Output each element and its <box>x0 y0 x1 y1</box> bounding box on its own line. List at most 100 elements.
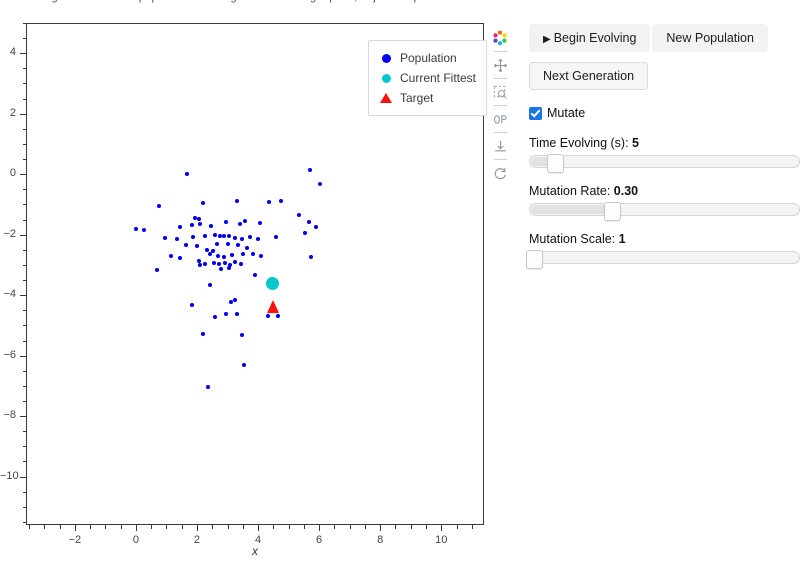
data-point-population[interactable] <box>306 220 311 225</box>
y-tick-label: 0 <box>9 167 16 180</box>
data-point-population[interactable] <box>222 234 227 239</box>
zoom-icon[interactable] <box>489 80 511 104</box>
data-point-population[interactable] <box>169 253 174 258</box>
data-point-population[interactable] <box>279 199 284 204</box>
data-point-population[interactable] <box>207 282 212 287</box>
legend-item-target[interactable]: Target <box>377 88 476 108</box>
data-point-population[interactable] <box>233 260 238 265</box>
data-point-population[interactable] <box>232 235 237 240</box>
data-point-population[interactable] <box>247 234 252 239</box>
data-point-population[interactable] <box>217 262 222 267</box>
data-point-population[interactable] <box>317 181 322 186</box>
data-point-population[interactable] <box>296 212 301 217</box>
autoscale-icon[interactable] <box>489 107 511 131</box>
data-point-population[interactable] <box>230 253 235 258</box>
data-point-population[interactable] <box>185 171 190 176</box>
data-point-population[interactable] <box>227 266 232 271</box>
data-point-population[interactable] <box>233 298 238 303</box>
data-point-population[interactable] <box>189 302 194 307</box>
data-point-population[interactable] <box>155 268 160 273</box>
download-camera-icon[interactable] <box>489 134 511 158</box>
data-point-population[interactable] <box>253 273 258 277</box>
data-point-population[interactable] <box>238 222 243 227</box>
data-point-population[interactable] <box>259 253 264 258</box>
data-point-population[interactable] <box>273 235 278 240</box>
mutate-checkbox[interactable] <box>529 106 542 120</box>
data-point-population[interactable] <box>215 253 220 258</box>
data-point-population[interactable] <box>224 312 229 317</box>
data-point-population[interactable] <box>197 262 202 267</box>
slider-handle-mutation-scale[interactable] <box>525 250 543 269</box>
data-point-population[interactable] <box>178 256 183 261</box>
slider-time-evolving[interactable] <box>529 154 800 173</box>
data-point-population[interactable] <box>218 266 223 271</box>
data-point-population[interactable] <box>184 242 189 247</box>
data-point-population[interactable] <box>313 224 318 229</box>
x-tick-mark <box>59 525 61 529</box>
data-point-population[interactable] <box>200 201 205 206</box>
data-point-population[interactable] <box>202 234 207 239</box>
data-point-population[interactable] <box>241 362 246 367</box>
data-point-population[interactable] <box>241 251 246 256</box>
data-point-population[interactable] <box>235 199 240 204</box>
data-point-population[interactable] <box>222 254 227 259</box>
data-point-population[interactable] <box>257 220 262 225</box>
new-population-button[interactable]: New Population <box>652 24 768 52</box>
data-point-population[interactable] <box>308 254 313 259</box>
plotly-modebar[interactable] <box>488 26 512 185</box>
data-point-population[interactable] <box>163 236 168 241</box>
data-point-population[interactable] <box>240 236 245 241</box>
data-point-population[interactable] <box>225 241 230 246</box>
data-point-population[interactable] <box>214 242 219 247</box>
slider-mutation-rate[interactable] <box>529 202 800 221</box>
data-point-population[interactable] <box>238 261 243 266</box>
data-point-population[interactable] <box>197 221 202 226</box>
data-point-population[interactable] <box>211 260 216 265</box>
data-point-population[interactable] <box>177 225 182 230</box>
data-point-population[interactable] <box>235 311 240 316</box>
data-point-population[interactable] <box>303 230 308 235</box>
data-point-population[interactable] <box>245 245 250 250</box>
data-point-population[interactable] <box>189 223 194 228</box>
data-point-population[interactable] <box>134 227 139 232</box>
data-point-population[interactable] <box>201 332 206 337</box>
data-point-population[interactable] <box>212 233 217 238</box>
pan-icon[interactable] <box>489 53 511 77</box>
data-point-current-fittest[interactable] <box>265 276 279 290</box>
legend-item-population[interactable]: Population <box>377 48 476 68</box>
slider-handle-time-evolving[interactable] <box>547 154 565 173</box>
slider-handle-mutation-rate[interactable] <box>603 202 621 221</box>
data-point-population[interactable] <box>156 204 161 209</box>
data-point-population[interactable] <box>194 243 199 248</box>
data-point-population[interactable] <box>227 233 232 238</box>
data-point-population[interactable] <box>267 199 272 204</box>
data-point-population[interactable] <box>207 252 212 257</box>
data-point-population[interactable] <box>222 260 227 265</box>
data-point-population[interactable] <box>202 261 207 266</box>
data-point-population[interactable] <box>141 227 146 232</box>
data-point-population[interactable] <box>255 237 260 242</box>
data-point-population[interactable] <box>307 167 312 172</box>
data-point-population[interactable] <box>224 220 229 225</box>
data-point-population[interactable] <box>239 333 244 338</box>
data-point-population[interactable] <box>208 224 213 228</box>
data-point-population[interactable] <box>275 313 280 318</box>
mutate-checkbox-row[interactable]: Mutate <box>529 106 801 120</box>
data-point-population[interactable] <box>250 252 255 257</box>
legend-item-current-fittest[interactable]: Current Fittest <box>377 68 476 88</box>
y-tick-mark <box>22 23 26 24</box>
data-point-population[interactable] <box>235 243 240 248</box>
reset-axes-icon[interactable] <box>489 161 511 185</box>
data-point-population[interactable] <box>196 216 201 221</box>
plotly-logo-icon[interactable] <box>489 26 511 50</box>
data-point-population[interactable] <box>265 314 270 319</box>
data-point-population[interactable] <box>213 314 218 319</box>
data-point-target[interactable] <box>267 300 280 314</box>
data-point-population[interactable] <box>243 219 248 224</box>
data-point-population[interactable] <box>191 235 196 240</box>
next-generation-button[interactable]: Next Generation <box>529 62 649 90</box>
begin-evolving-button[interactable]: ▶ Begin Evolving <box>529 24 651 52</box>
data-point-population[interactable] <box>174 236 179 241</box>
data-point-population[interactable] <box>205 385 210 390</box>
slider-mutation-scale[interactable] <box>525 250 800 269</box>
